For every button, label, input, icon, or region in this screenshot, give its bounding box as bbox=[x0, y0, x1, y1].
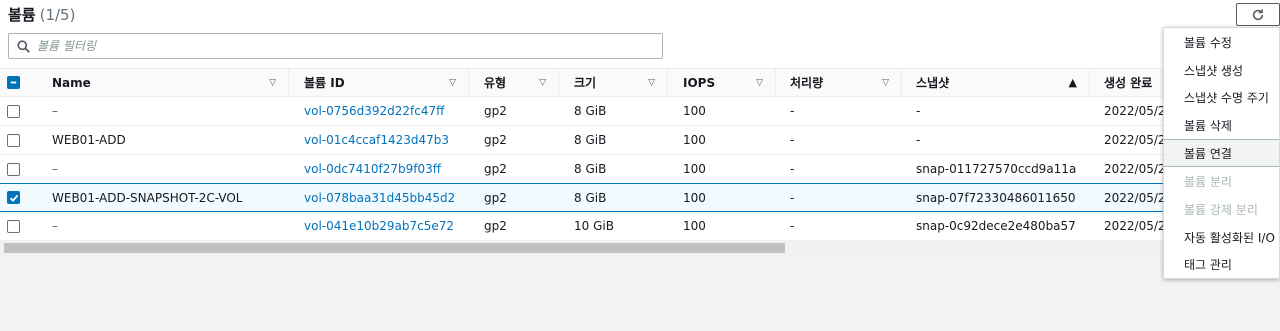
cell-size: 8 GiB bbox=[574, 162, 607, 176]
cell-name: – bbox=[52, 162, 58, 176]
cell-volume-id-link[interactable]: vol-0dc7410f27b9f03ff bbox=[304, 155, 464, 183]
search-input[interactable] bbox=[37, 39, 662, 53]
page-title-text: 볼륨 bbox=[8, 6, 36, 24]
search-icon bbox=[9, 39, 37, 53]
column-label: 스냅샷 bbox=[916, 76, 950, 90]
caret-up-icon[interactable]: ▲ bbox=[1069, 76, 1077, 89]
column-label: 처리량 bbox=[790, 76, 824, 90]
actions-dropdown-menu: 볼륨 수정 스냅샷 생성 스냅샷 수명 주기 볼륨 삭제 볼륨 연결 볼륨 분리… bbox=[1163, 27, 1280, 279]
refresh-button[interactable] bbox=[1236, 3, 1280, 26]
cell-type: gp2 bbox=[484, 133, 507, 147]
filter-search[interactable] bbox=[8, 33, 663, 59]
row-checkbox[interactable] bbox=[7, 219, 20, 233]
cell-snapshot: - bbox=[916, 133, 921, 147]
column-label: 유형 bbox=[484, 76, 507, 90]
volumes-panel: 볼륨(1/5) Name ▽ 볼륨 ID ▽ 유형 ▽ bbox=[0, 0, 1280, 257]
cell-throughput: - bbox=[790, 104, 795, 118]
cell-volume-id-link[interactable]: vol-01c4ccaf1423d47b3 bbox=[304, 126, 464, 154]
column-header-snapshot[interactable]: 스냅샷 ▲ bbox=[902, 69, 1090, 96]
menu-item-detach-volume: 볼륨 분리 bbox=[1184, 174, 1232, 189]
caret-down-icon[interactable]: ▽ bbox=[269, 78, 276, 88]
cell-size: 8 GiB bbox=[574, 104, 607, 118]
column-header-size[interactable]: 크기 ▽ bbox=[559, 69, 668, 96]
cell-iops: 100 bbox=[683, 104, 706, 118]
cell-size: 8 GiB bbox=[574, 190, 607, 205]
cell-volume-id-link[interactable]: vol-0756d392d22fc47ff bbox=[304, 97, 464, 125]
cell-throughput: - bbox=[790, 190, 795, 205]
column-label: IOPS bbox=[683, 75, 716, 90]
refresh-icon bbox=[1252, 8, 1264, 20]
row-checkbox[interactable] bbox=[7, 162, 20, 176]
menu-item-create-snapshot[interactable]: 스냅샷 생성 bbox=[1164, 56, 1279, 84]
column-header-volume-id[interactable]: 볼륨 ID ▽ bbox=[289, 69, 469, 96]
cell-name: WEB01-ADD-SNAPSHOT-2C-VOL bbox=[52, 190, 243, 205]
menu-item-auto-enabled-io[interactable]: 자동 활성화된 I/O bbox=[1164, 223, 1279, 251]
row-checkbox[interactable] bbox=[7, 104, 20, 118]
menu-item-snapshot-lifecycle[interactable]: 스냅샷 수명 주기 bbox=[1164, 83, 1279, 111]
cell-snapshot: snap-07f72330486011650 bbox=[916, 190, 1076, 205]
cell-name: – bbox=[52, 219, 58, 233]
cell-type: gp2 bbox=[484, 104, 507, 118]
cell-iops: 100 bbox=[683, 219, 706, 233]
column-header-throughput[interactable]: 처리량 ▽ bbox=[776, 69, 902, 96]
cell-iops: 100 bbox=[683, 162, 706, 176]
menu-item-delete-volume[interactable]: 볼륨 삭제 bbox=[1164, 111, 1279, 139]
caret-down-icon[interactable]: ▽ bbox=[449, 78, 456, 88]
menu-item-modify-volume[interactable]: 볼륨 수정 bbox=[1164, 28, 1279, 56]
table-header: Name ▽ 볼륨 ID ▽ 유형 ▽ 크기 ▽ IOPS ▽ 처리량 ▽ 스냅샷 ▲ 생성 … bbox=[0, 68, 1280, 97]
column-label: Name bbox=[52, 75, 91, 90]
table-row[interactable]: – vol-0dc7410f27b9f03ff gp2 8 GiB 100 - … bbox=[0, 155, 1280, 184]
caret-down-icon[interactable]: ▽ bbox=[756, 78, 763, 88]
column-header-type[interactable]: 유형 ▽ bbox=[469, 69, 559, 96]
check-icon bbox=[9, 194, 18, 202]
cell-throughput: - bbox=[790, 133, 795, 147]
cell-snapshot: - bbox=[916, 104, 921, 118]
table-row[interactable]: – vol-0756d392d22fc47ff gp2 8 GiB 100 - … bbox=[0, 97, 1280, 126]
column-label: 볼륨 ID bbox=[304, 76, 345, 90]
caret-down-icon[interactable]: ▽ bbox=[648, 78, 655, 88]
cell-name: WEB01-ADD bbox=[52, 133, 126, 147]
row-checkbox[interactable] bbox=[7, 133, 20, 147]
row-checkbox-checked[interactable] bbox=[7, 191, 20, 204]
horizontal-scrollbar[interactable] bbox=[0, 240, 1280, 257]
table-row-selected[interactable]: WEB01-ADD-SNAPSHOT-2C-VOL vol-078baa31d4… bbox=[0, 183, 1280, 212]
caret-down-icon[interactable]: ▽ bbox=[882, 78, 889, 88]
cell-type: gp2 bbox=[484, 190, 507, 205]
selection-count: (1/5) bbox=[39, 6, 76, 24]
column-label: 크기 bbox=[574, 76, 597, 90]
cell-size: 8 GiB bbox=[574, 133, 607, 147]
column-label: 생성 완료 bbox=[1104, 76, 1153, 90]
cell-snapshot: snap-0c92dece2e480ba57 bbox=[916, 219, 1076, 233]
caret-down-icon[interactable]: ▽ bbox=[539, 78, 546, 88]
menu-item-attach-volume[interactable]: 볼륨 연결 bbox=[1164, 139, 1279, 167]
cell-type: gp2 bbox=[484, 219, 507, 233]
cell-type: gp2 bbox=[484, 162, 507, 176]
cell-snapshot: snap-011727570ccd9a11a bbox=[916, 162, 1077, 176]
cell-iops: 100 bbox=[683, 133, 706, 147]
scrollbar-thumb[interactable] bbox=[4, 243, 785, 253]
checkbox-indeterminate[interactable] bbox=[7, 76, 20, 89]
menu-item-force-detach-volume: 볼륨 강제 분리 bbox=[1184, 202, 1258, 217]
table-row[interactable]: WEB01-ADD vol-01c4ccaf1423d47b3 gp2 8 Gi… bbox=[0, 126, 1280, 155]
column-header-iops[interactable]: IOPS ▽ bbox=[668, 69, 776, 96]
cell-size: 10 GiB bbox=[574, 219, 614, 233]
menu-item-manage-tags[interactable]: 태그 관리 bbox=[1164, 250, 1279, 278]
table-row[interactable]: – vol-041e10b29ab7c5e72 gp2 10 GiB 100 -… bbox=[0, 212, 1280, 241]
cell-volume-id-link[interactable]: vol-041e10b29ab7c5e72 bbox=[304, 212, 464, 240]
cell-iops: 100 bbox=[683, 190, 706, 205]
column-header-name[interactable]: Name ▽ bbox=[40, 69, 289, 96]
cell-throughput: - bbox=[790, 219, 795, 233]
cell-name: – bbox=[52, 104, 58, 118]
page-title: 볼륨 (1/5) bbox=[8, 4, 75, 25]
cell-volume-id-link[interactable]: vol-078baa31d45bb45d2 bbox=[304, 184, 464, 211]
cell-throughput: - bbox=[790, 162, 795, 176]
select-all-checkbox[interactable] bbox=[7, 69, 21, 96]
